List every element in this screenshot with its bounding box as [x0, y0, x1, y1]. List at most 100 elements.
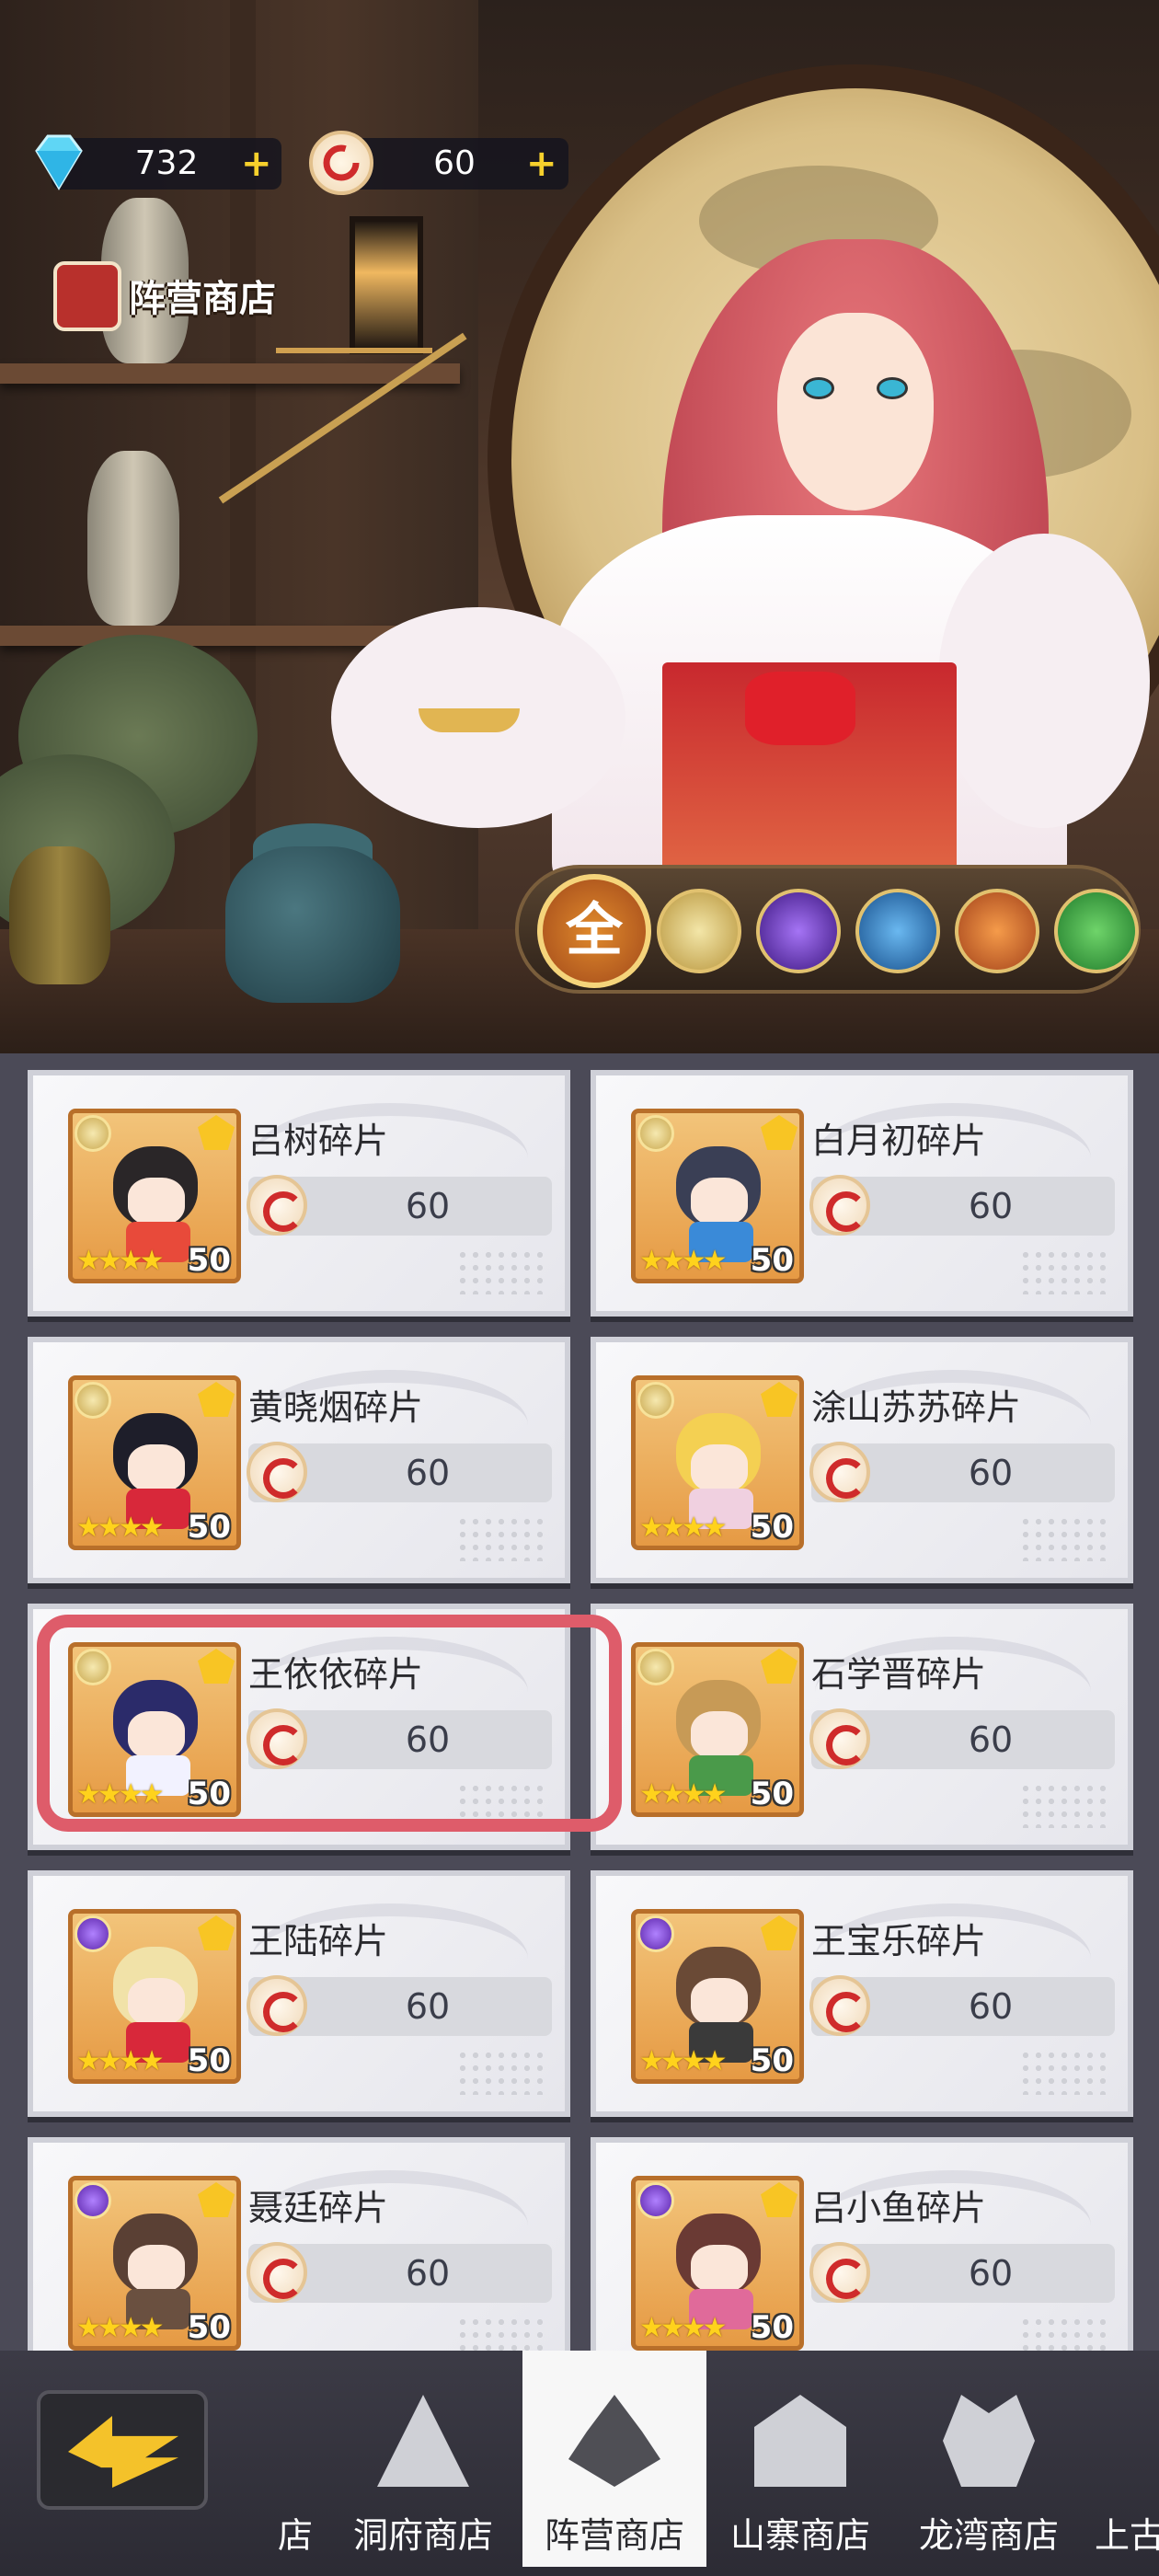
chibi-face	[691, 1711, 748, 1759]
buy-button[interactable]: 60	[247, 1975, 552, 2036]
character-portrait: ★★★★ 50	[68, 2176, 241, 2351]
rank-crown-icon	[761, 1915, 798, 1950]
buy-button[interactable]: 60	[247, 2242, 552, 2303]
tab-cave-shop[interactable]: 洞府商店	[331, 2351, 515, 2576]
item-price: 60	[405, 1986, 451, 2027]
item-price: 60	[968, 1986, 1014, 2027]
item-price: 60	[968, 1719, 1014, 1760]
chibi-face	[691, 1178, 748, 1225]
dragon-coin-icon	[247, 2242, 307, 2303]
purple-flame-icon	[75, 2182, 111, 2219]
dna-icon[interactable]	[1054, 889, 1139, 973]
meditation-icon[interactable]	[955, 889, 1039, 973]
item-level: 50	[187, 1242, 231, 1279]
vase	[87, 451, 179, 626]
add-gems-button[interactable]: +	[241, 145, 272, 182]
rank-crown-icon	[761, 1382, 798, 1417]
yinyang-icon[interactable]	[855, 889, 940, 973]
lotus-icon	[637, 1115, 674, 1152]
item-name: 吕小鱼碎片	[811, 2188, 987, 2228]
cave-shop-icon	[377, 2395, 469, 2487]
shop-title: 阵营商店	[129, 278, 276, 320]
buy-button[interactable]: 60	[809, 1442, 1115, 1502]
teal-pot	[225, 846, 400, 1003]
eye	[877, 377, 908, 399]
eye	[803, 377, 834, 399]
back-arrow-icon	[68, 2416, 178, 2488]
item-level: 50	[750, 1776, 794, 1812]
tab-partial-left[interactable]: 店	[230, 2351, 313, 2576]
add-tokens-button[interactable]: +	[526, 145, 557, 182]
shop-title-plate: 阵营商店	[37, 258, 322, 331]
selection-highlight	[37, 1615, 622, 1832]
shop-item-card[interactable]: ★★★★ 50 王陆碎片 60	[28, 1870, 570, 2117]
buy-button[interactable]: 60	[809, 1708, 1115, 1769]
shop-item-card[interactable]: ★★★★ 50 王宝乐碎片 60	[591, 1870, 1133, 2117]
purple-flame-icon	[637, 2182, 674, 2219]
tab-stronghold-shop[interactable]: 山寨商店	[708, 2351, 892, 2576]
item-name: 白月初碎片	[811, 1121, 987, 1161]
dragon-coin-icon	[809, 1442, 870, 1502]
card-dots-pattern	[1019, 2316, 1111, 2351]
dragon-coin-icon	[247, 1175, 307, 1236]
shop-item-card[interactable]: ★★★★ 50 吕树碎片 60	[28, 1070, 570, 1317]
shop-item-card[interactable]: ★★★★ 50 黄晓烟碎片 60	[28, 1337, 570, 1583]
star-rating: ★★★★	[639, 1245, 728, 1277]
lotus-icon[interactable]	[657, 889, 741, 973]
shop-item-card[interactable]: ★★★★ 50 吕小鱼碎片 60	[591, 2137, 1133, 2351]
tab-dragon-bay-shop[interactable]: 龙湾商店	[897, 2351, 1081, 2576]
item-name: 聂廷碎片	[248, 2188, 389, 2228]
item-level: 50	[750, 2042, 794, 2079]
dragon-coin-icon	[809, 1708, 870, 1769]
rank-crown-icon	[198, 1115, 235, 1150]
buy-button[interactable]: 60	[809, 1175, 1115, 1236]
item-price: 60	[405, 1186, 451, 1226]
purple-flame-icon	[637, 1915, 674, 1952]
card-dots-pattern	[1019, 1248, 1111, 1294]
star-rating: ★★★★	[76, 1512, 165, 1544]
lotus-icon	[75, 1382, 111, 1419]
chibi-face	[128, 1978, 185, 2026]
buy-button[interactable]: 60	[247, 1442, 552, 1502]
shop-item-card[interactable]: ★★★★ 50 涂山苏苏碎片 60	[591, 1337, 1133, 1583]
card-dots-pattern	[456, 1248, 548, 1294]
purple-flame-icon[interactable]	[756, 889, 841, 973]
chibi-face	[691, 1444, 748, 1492]
back-button[interactable]	[37, 2390, 208, 2510]
shop-banner-scene: 732 + 60 + 阵营商店 全	[0, 0, 1159, 1053]
brown-jar	[9, 846, 110, 984]
tab-label: 山寨商店	[729, 2515, 870, 2556]
buy-button[interactable]: 60	[809, 1975, 1115, 2036]
character-portrait: ★★★★ 50	[631, 1375, 804, 1550]
diamond-icon	[35, 134, 83, 190]
faction-shop-icon	[568, 2395, 660, 2487]
star-rating: ★★★★	[76, 2045, 165, 2077]
buy-button[interactable]: 60	[247, 1175, 552, 1236]
shop-item-card[interactable]: ★★★★ 50 石学晋碎片 60	[591, 1604, 1133, 1850]
buy-button[interactable]: 60	[809, 2242, 1115, 2303]
card-dots-pattern	[456, 1515, 548, 1561]
character-portrait: ★★★★ 50	[68, 1109, 241, 1283]
item-price: 60	[405, 2253, 451, 2294]
shop-item-card[interactable]: ★★★★ 50 白月初碎片 60	[591, 1070, 1133, 1317]
filter-all-button[interactable]: 全	[537, 874, 651, 988]
tab-faction-shop[interactable]: 阵营商店	[522, 2351, 706, 2567]
lantern	[350, 216, 423, 354]
item-level: 50	[750, 1242, 794, 1279]
character-portrait: ★★★★ 50	[68, 1909, 241, 2084]
dragon-coin-icon	[809, 1175, 870, 1236]
dragon-coin-icon	[247, 1442, 307, 1502]
tab-partial-right[interactable]: 上古	[1095, 2351, 1159, 2576]
shop-icon	[53, 261, 121, 331]
character-portrait: ★★★★ 50	[631, 2176, 804, 2351]
tab-label: 阵营商店	[544, 2515, 684, 2556]
item-level: 50	[750, 2309, 794, 2346]
chibi-face	[128, 2245, 185, 2293]
shop-item-card[interactable]: ★★★★ 50 聂廷碎片 60	[28, 2137, 570, 2351]
item-price: 60	[968, 1453, 1014, 1493]
tab-label: 洞府商店	[352, 2515, 493, 2556]
bottom-nav: 店 洞府商店 阵营商店 山寨商店 龙湾商店 上古	[0, 2351, 1159, 2576]
card-dots-pattern	[1019, 1515, 1111, 1561]
dragon-bay-shop-icon	[943, 2395, 1035, 2487]
card-dots-pattern	[456, 2049, 548, 2095]
